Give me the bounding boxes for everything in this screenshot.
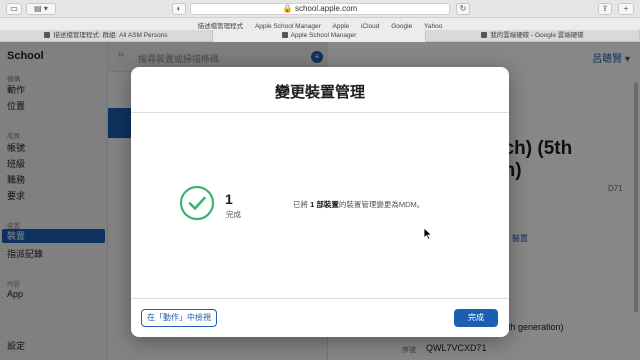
completed-count: 1 bbox=[225, 191, 233, 207]
done-button[interactable]: 完成 bbox=[454, 309, 498, 327]
reload-icon[interactable]: ↻ bbox=[456, 3, 470, 15]
tab-overview-button[interactable]: ▤ ▾ bbox=[26, 3, 56, 15]
tab-apple-school-manager[interactable]: Apple School Manager bbox=[213, 30, 426, 42]
result-message: 已將 1 部裝置的裝置管理變更為MDM。 bbox=[293, 200, 425, 209]
mouse-cursor-icon bbox=[424, 228, 432, 240]
divider bbox=[131, 112, 509, 113]
share-icon[interactable]: ⇪ bbox=[598, 3, 612, 15]
divider bbox=[131, 298, 509, 299]
browser-toolbar: ▭ ▤ ▾ ◐ 🔒 school.apple.com ↻ ⇪ + bbox=[0, 0, 640, 18]
tab-favicon-icon bbox=[44, 32, 51, 38]
tab-google-drive[interactable]: 我的雲端硬碟 - Google 雲端硬碟 bbox=[426, 30, 640, 42]
privacy-icon[interactable]: ◐ bbox=[172, 3, 186, 15]
apple-favicon-icon bbox=[281, 32, 288, 38]
tab-bar: 描述檔管理程式: 群組: All ASM Persons Apple Schoo… bbox=[0, 30, 640, 42]
favorite-link[interactable]: 描述檔管理程式 bbox=[198, 23, 244, 30]
drive-favicon-icon bbox=[481, 32, 488, 38]
dialog-title: 變更裝置管理 bbox=[274, 84, 365, 101]
favorite-link[interactable]: iCloud bbox=[361, 23, 379, 30]
sidebar-toggle-icon[interactable]: ▭ bbox=[6, 3, 22, 15]
favorite-link[interactable]: Apple School Manager bbox=[255, 23, 321, 30]
favorite-link[interactable]: Google bbox=[391, 23, 412, 30]
success-check-icon bbox=[179, 185, 215, 221]
favorite-link[interactable]: Yahoo bbox=[424, 23, 442, 30]
tab-profile-manager[interactable]: 描述檔管理程式: 群組: All ASM Persons bbox=[0, 30, 213, 42]
completed-label: 完成 bbox=[226, 210, 241, 219]
view-in-activity-button[interactable]: 在「動作」中檢視 bbox=[141, 309, 217, 327]
address-bar[interactable]: 🔒 school.apple.com bbox=[190, 3, 450, 15]
favorites-bar: 描述檔管理程式 Apple School Manager Apple iClou… bbox=[0, 18, 640, 30]
change-management-dialog: 變更裝置管理 1 完成 已將 1 部裝置的裝置管理變更為MDM。 在「動作」中檢… bbox=[131, 67, 509, 337]
new-tab-icon[interactable]: + bbox=[618, 3, 634, 15]
favorite-link[interactable]: Apple bbox=[333, 23, 350, 30]
